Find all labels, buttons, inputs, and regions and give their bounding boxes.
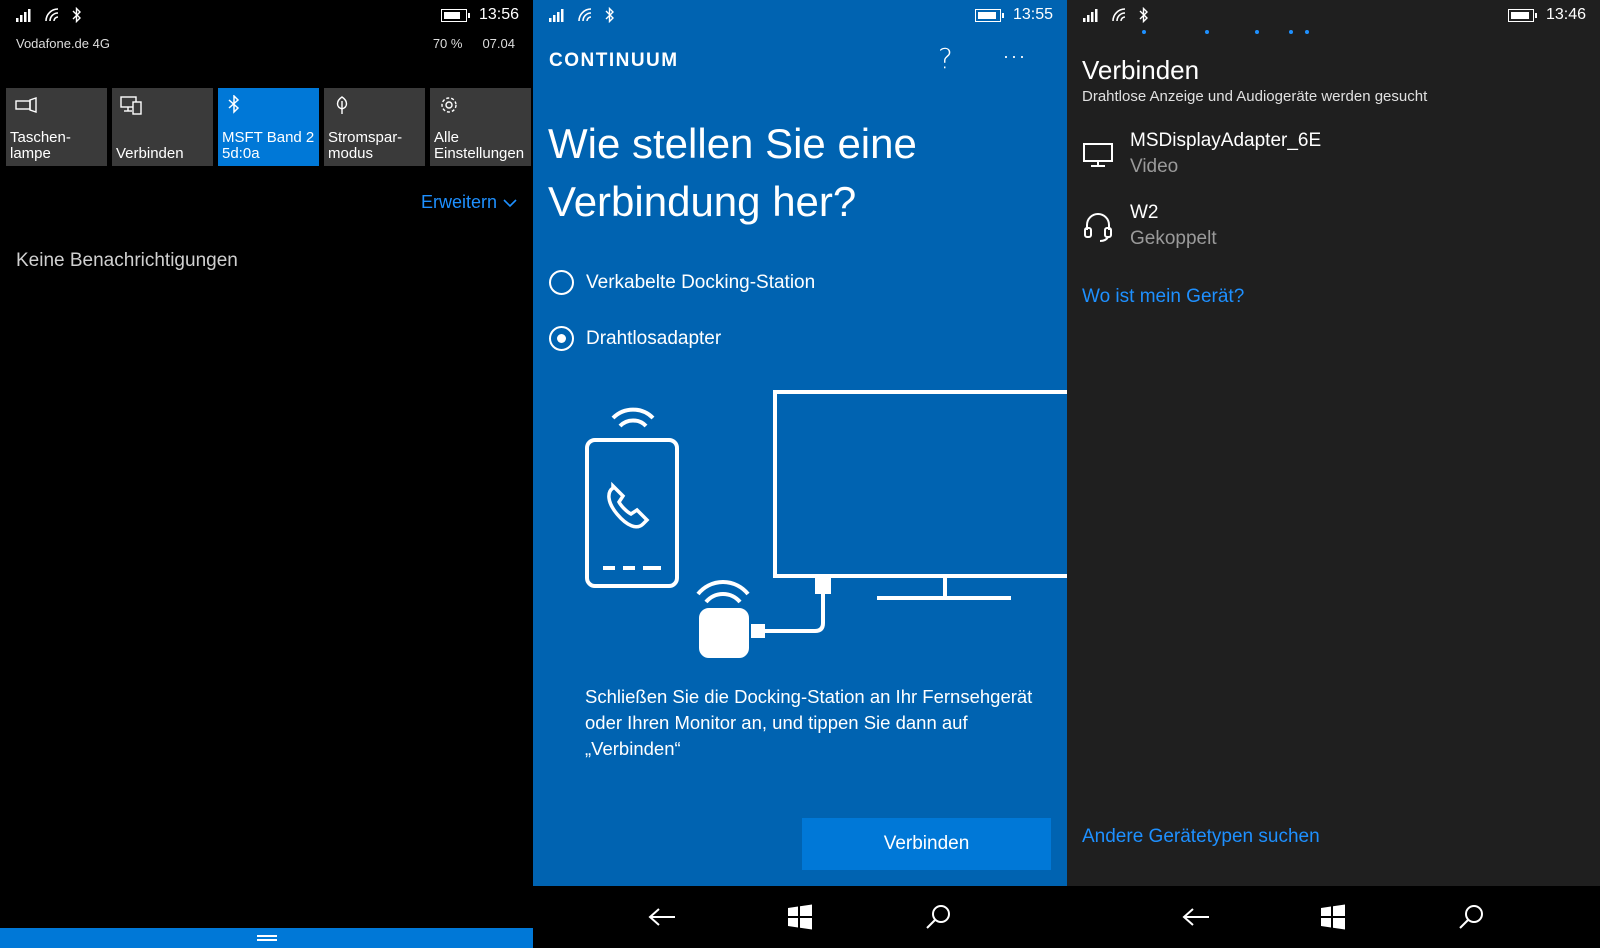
tile-label: Taschen- lampe xyxy=(10,129,71,162)
status-bar: 13:55 xyxy=(533,0,1067,32)
connect-devices-panel: 13:46 Verbinden Drahtlose Anzeige und Au… xyxy=(1067,0,1600,948)
clock: 13:55 xyxy=(1012,6,1053,23)
expand-label: Erweitern xyxy=(420,192,497,212)
continuum-panel: 13:55 CONTINUUM ? ··· Wie stellen Sie ei… xyxy=(533,0,1067,948)
tile-bluetooth[interactable]: MSFT Band 2 5d:0a xyxy=(218,88,319,166)
start-button[interactable] xyxy=(780,897,820,937)
more-options-button[interactable]: ··· xyxy=(1003,46,1027,67)
tile-label: Stromspar- modus xyxy=(328,129,403,162)
tv-illustration xyxy=(773,390,1067,600)
page-subtitle: Drahtlose Anzeige und Audiogeräte werden… xyxy=(1082,88,1428,105)
search-button[interactable] xyxy=(1451,897,1491,937)
continuum-illustration xyxy=(585,390,1067,658)
search-button[interactable] xyxy=(918,897,958,937)
back-arrow-icon xyxy=(1182,908,1209,926)
tile-battery-saver[interactable]: Stromspar- modus xyxy=(324,88,425,166)
quick-actions: Taschen- lampe Verbinden MSFT Band 2 5d:… xyxy=(6,88,531,166)
option-wired-dock[interactable]: Verkabelte Docking-Station xyxy=(549,270,815,295)
device-item-display-adapter[interactable]: MSDisplayAdapter_6E Video xyxy=(1082,128,1321,180)
connect-icon xyxy=(120,96,142,115)
page-title: Verbinden xyxy=(1082,55,1200,85)
clock: 13:46 xyxy=(1545,6,1586,23)
headset-icon xyxy=(1084,213,1112,242)
adapter-illustration xyxy=(696,578,831,658)
carrier-label: Vodafone.de 4G xyxy=(16,36,110,51)
battery-icon xyxy=(974,8,1004,22)
tile-connect[interactable]: Verbinden xyxy=(112,88,213,166)
battery-percent: 70 % xyxy=(432,36,463,51)
connect-button[interactable]: Verbinden xyxy=(802,818,1051,870)
radio-button-selected[interactable] xyxy=(549,326,574,351)
progress-dots xyxy=(1067,30,1600,36)
flashlight-icon xyxy=(15,97,37,113)
wifi-icon xyxy=(1112,8,1126,22)
option-label: Verkabelte Docking-Station xyxy=(586,271,816,293)
nav-bar xyxy=(533,886,1067,948)
bluetooth-icon xyxy=(228,95,240,114)
expand-button[interactable]: Erweitern xyxy=(421,192,517,213)
help-button[interactable]: ? xyxy=(938,42,953,75)
date-label: 07.04 xyxy=(482,36,515,51)
option-label: Drahtlosadapter xyxy=(586,327,722,349)
signal-icon xyxy=(1083,9,1098,22)
signal-icon xyxy=(549,9,564,22)
search-icon xyxy=(926,905,950,929)
signal-icon xyxy=(16,9,31,22)
back-button[interactable] xyxy=(1176,897,1216,937)
battery-icon xyxy=(1507,8,1537,22)
phone-illustration xyxy=(585,407,679,588)
device-name: W2 xyxy=(1130,202,1159,223)
battery-saver-icon xyxy=(336,96,348,114)
grip-icon xyxy=(256,935,277,941)
tile-label: Verbinden xyxy=(116,145,184,162)
back-button[interactable] xyxy=(642,897,682,937)
tile-flashlight[interactable]: Taschen- lampe xyxy=(6,88,107,166)
bluetooth-icon xyxy=(1139,7,1148,23)
gear-icon xyxy=(441,97,457,113)
radio-button[interactable] xyxy=(549,270,574,295)
windows-logo-icon xyxy=(788,904,812,930)
device-status: Gekoppelt xyxy=(1130,228,1217,249)
app-title: CONTINUUM xyxy=(549,50,679,71)
page-heading: Wie stellen Sie eine Verbindung her? xyxy=(548,120,917,225)
tile-all-settings[interactable]: Alle Einstellungen xyxy=(430,88,531,166)
monitor-icon xyxy=(1083,143,1113,167)
bluetooth-icon xyxy=(72,7,81,23)
clock: 13:56 xyxy=(478,6,519,23)
nav-bar xyxy=(1067,886,1600,948)
search-icon xyxy=(1459,905,1484,929)
no-notifications-label: Keine Benachrichtigungen xyxy=(16,250,238,271)
chevron-down-icon xyxy=(503,198,517,207)
battery-icon xyxy=(440,8,470,22)
instruction-text: Schließen Sie die Docking-Station an Ihr… xyxy=(585,686,1033,759)
where-is-my-device-link[interactable]: Wo ist mein Gerät? xyxy=(1082,286,1244,308)
find-other-device-types-link[interactable]: Andere Gerätetypen suchen xyxy=(1082,826,1320,848)
bluetooth-icon xyxy=(605,7,614,23)
windows-logo-icon xyxy=(1321,904,1346,930)
option-wireless-adapter[interactable]: Drahtlosadapter xyxy=(549,326,721,351)
action-center-panel: 13:56 Vodafone.de 4G 70 % 07.04 Taschen-… xyxy=(0,0,533,948)
close-handle[interactable] xyxy=(0,928,533,948)
tile-label: MSFT Band 2 5d:0a xyxy=(222,129,315,162)
start-button[interactable] xyxy=(1313,897,1353,937)
back-arrow-icon xyxy=(648,908,675,926)
status-bar: 13:46 xyxy=(1067,0,1600,32)
wifi-icon xyxy=(578,8,592,22)
wifi-icon xyxy=(45,8,59,22)
device-status: Video xyxy=(1130,156,1179,177)
status-bar: 13:56 xyxy=(0,0,533,32)
device-item-headset[interactable]: W2 Gekoppelt xyxy=(1082,200,1217,252)
device-name: MSDisplayAdapter_6E xyxy=(1130,130,1322,151)
tile-label: Alle Einstellungen xyxy=(434,129,525,162)
